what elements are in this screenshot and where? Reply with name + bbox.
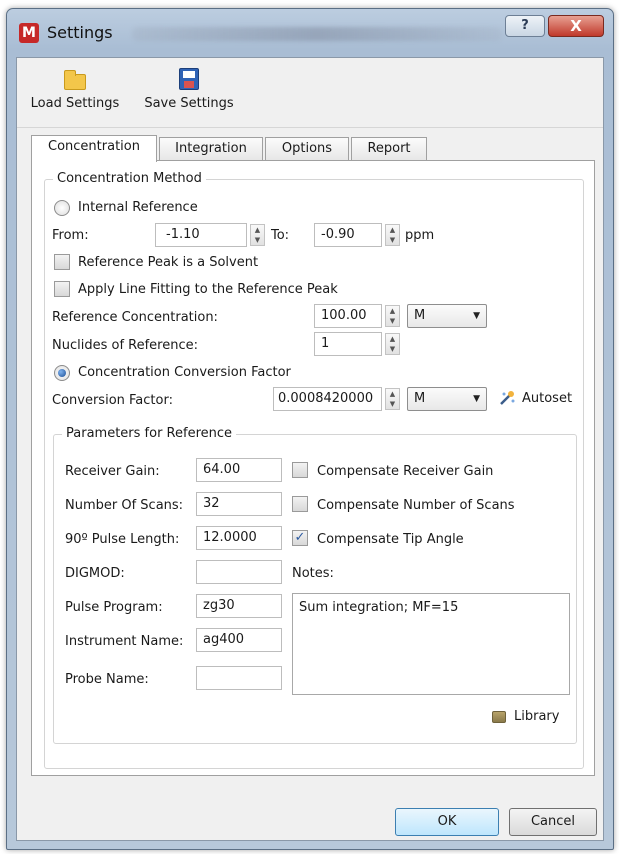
spin-down-icon: ▼ (389, 400, 396, 408)
compensate-receiver-gain-label: Compensate Receiver Gain (317, 464, 494, 479)
toolbar: Load Settings Save Settings (17, 58, 603, 128)
from-label: From: (52, 228, 89, 243)
book-icon (492, 711, 506, 723)
load-settings-button[interactable]: Load Settings (25, 68, 125, 111)
dialog-client-area: Load Settings Save Settings Concentratio… (16, 57, 604, 841)
number-of-scans-input[interactable]: 32 (196, 492, 282, 516)
solvent-checkbox[interactable] (54, 254, 70, 270)
digmod-input[interactable] (196, 560, 282, 584)
nuclides-input[interactable]: 1 (314, 332, 382, 356)
pulse-length-input[interactable]: 12.0000 (196, 526, 282, 550)
concentration-method-title: Concentration Method (53, 171, 206, 186)
spin-up-icon: ▲ (389, 390, 396, 398)
nuclides-label: Nuclides of Reference: (52, 338, 198, 353)
chevron-down-icon: ▼ (473, 394, 480, 404)
pulse-length-label: 90º Pulse Length: (65, 532, 180, 547)
reference-concentration-unit-select[interactable]: M ▼ (407, 304, 487, 328)
to-input[interactable]: -0.90 (314, 223, 382, 247)
conversion-factor-unit-select[interactable]: M ▼ (407, 387, 487, 411)
parameters-for-reference-title: Parameters for Reference (62, 426, 237, 441)
unit-select-value: M (414, 308, 426, 323)
reference-concentration-spinner[interactable]: ▲ ▼ (385, 305, 400, 327)
line-fitting-checkbox-label: Apply Line Fitting to the Reference Peak (78, 282, 338, 297)
probe-name-label: Probe Name: (65, 672, 149, 687)
line-fitting-checkbox[interactable] (54, 281, 70, 297)
spin-up-icon: ▲ (389, 226, 396, 234)
ppm-unit-label: ppm (405, 228, 435, 243)
title-bar[interactable]: M Settings ? X (7, 9, 613, 57)
spin-down-icon: ▼ (389, 317, 396, 325)
blurred-title-detail (132, 27, 502, 41)
library-label: Library (514, 709, 560, 724)
nuclides-spinner[interactable]: ▲ ▼ (385, 333, 400, 355)
close-button[interactable]: X (548, 15, 604, 37)
reference-concentration-label: Reference Concentration: (52, 310, 218, 325)
spin-up-icon: ▲ (389, 307, 396, 315)
conversion-factor-radio[interactable] (54, 365, 70, 381)
pulse-program-input[interactable]: zg30 (196, 594, 282, 618)
receiver-gain-label: Receiver Gain: (65, 464, 160, 479)
tab-report[interactable]: Report (351, 137, 427, 161)
autoset-button[interactable]: Autoset (496, 387, 574, 411)
receiver-gain-input[interactable]: 64.00 (196, 458, 282, 482)
internal-reference-radio[interactable] (54, 200, 70, 216)
parameters-for-reference-group: Parameters for Reference Receiver Gain: … (53, 426, 577, 744)
library-button[interactable]: Library (490, 707, 570, 729)
compensate-tip-angle-label: Compensate Tip Angle (317, 532, 464, 547)
cancel-button[interactable]: Cancel (509, 808, 597, 836)
save-settings-button[interactable]: Save Settings (137, 68, 241, 111)
conversion-factor-spinner[interactable]: ▲ ▼ (385, 388, 400, 410)
concentration-method-group: Concentration Method Internal Reference … (44, 171, 584, 769)
window-title: Settings (47, 23, 113, 42)
spin-up-icon: ▲ (389, 335, 396, 343)
floppy-disk-icon (179, 68, 199, 90)
checkmark-icon: ✓ (294, 530, 306, 545)
internal-reference-label: Internal Reference (78, 200, 198, 215)
to-spinner[interactable]: ▲ ▼ (385, 224, 400, 246)
ok-button[interactable]: OK (395, 808, 499, 836)
conversion-factor-radio-label: Concentration Conversion Factor (78, 365, 291, 380)
tab-concentration[interactable]: Concentration (31, 135, 157, 162)
save-settings-label: Save Settings (144, 96, 234, 111)
unit-select-value: M (414, 391, 426, 406)
spin-down-icon: ▼ (389, 236, 396, 244)
compensate-number-of-scans-label: Compensate Number of Scans (317, 498, 515, 513)
to-label: To: (271, 228, 290, 243)
wand-icon (500, 391, 515, 405)
instrument-name-label: Instrument Name: (65, 634, 184, 649)
compensate-number-of-scans-checkbox[interactable] (292, 496, 308, 512)
probe-name-input[interactable] (196, 666, 282, 690)
solvent-checkbox-label: Reference Peak is a Solvent (78, 255, 259, 270)
spin-up-icon: ▲ (254, 226, 261, 234)
from-spinner[interactable]: ▲ ▼ (250, 224, 265, 246)
instrument-name-input[interactable]: ag400 (196, 628, 282, 652)
autoset-label: Autoset (522, 391, 573, 406)
notes-textarea[interactable]: Sum integration; MF=15 (292, 593, 570, 695)
notes-label: Notes: (292, 566, 334, 581)
spin-down-icon: ▼ (254, 236, 261, 244)
concentration-panel: Concentration Method Internal Reference … (31, 160, 595, 776)
pulse-program-label: Pulse Program: (65, 600, 163, 615)
digmod-label: DIGMOD: (65, 566, 125, 581)
tab-integration[interactable]: Integration (159, 137, 263, 161)
reference-concentration-input[interactable]: 100.00 (314, 304, 382, 328)
compensate-tip-angle-checkbox[interactable]: ✓ (292, 530, 308, 546)
help-button[interactable]: ? (505, 15, 545, 37)
number-of-scans-label: Number Of Scans: (65, 498, 184, 513)
from-input[interactable]: -1.10 (155, 223, 247, 247)
tab-options[interactable]: Options (265, 137, 349, 161)
settings-dialog: M Settings ? X Load Settings Save Settin… (6, 8, 614, 850)
compensate-receiver-gain-checkbox[interactable] (292, 462, 308, 478)
conversion-factor-label: Conversion Factor: (52, 393, 173, 408)
chevron-down-icon: ▼ (473, 311, 480, 321)
conversion-factor-input[interactable]: 0.0008420000 (273, 387, 382, 411)
load-settings-label: Load Settings (30, 96, 120, 111)
app-icon: M (19, 23, 39, 43)
folder-icon (64, 70, 86, 90)
spin-down-icon: ▼ (389, 345, 396, 353)
